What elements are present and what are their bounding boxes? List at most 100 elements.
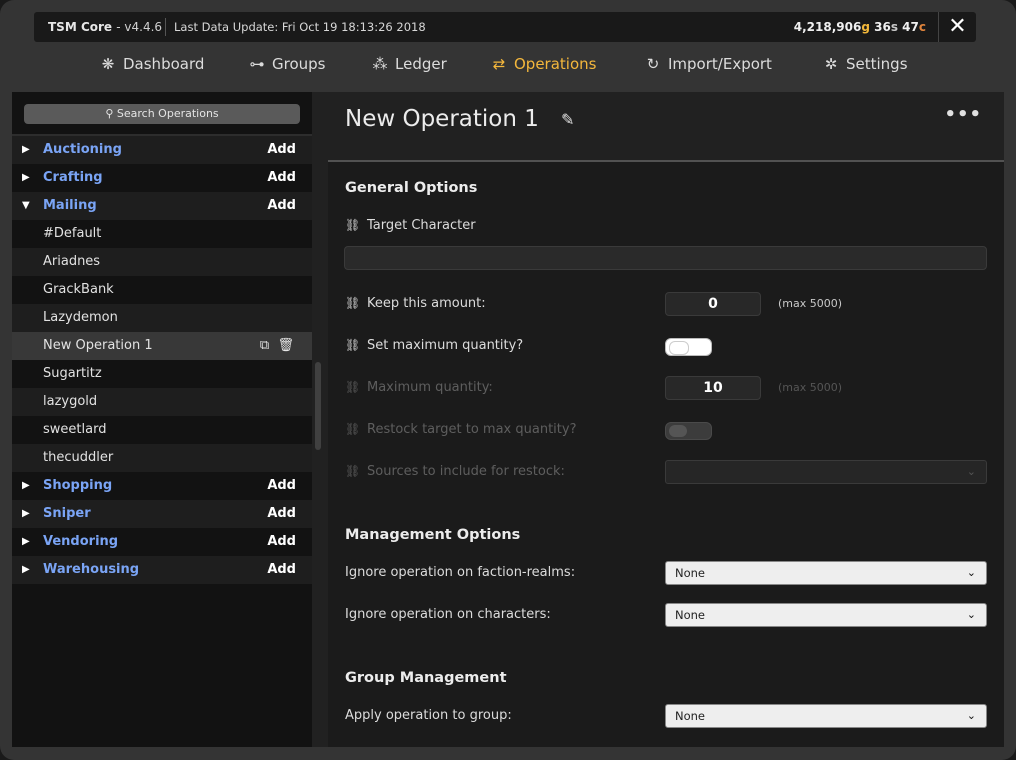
copper-amount: 47 (902, 20, 919, 34)
category-auctioning[interactable]: ▶ Auctioning Add (12, 136, 312, 164)
operation-item-ariadnes[interactable]: Ariadnes (12, 248, 312, 276)
silver-unit: s (890, 20, 898, 34)
expand-arrow-icon[interactable]: ▶ (22, 136, 36, 164)
link-icon[interactable]: ⛓ (345, 338, 367, 352)
add-mailing-button[interactable]: Add (267, 192, 296, 220)
category-mailing[interactable]: ▼ Mailing Add (12, 192, 312, 220)
add-crafting-button[interactable]: Add (267, 164, 296, 192)
search-icon: ⚲ (105, 107, 114, 120)
gold-amount: 4,218,906 (793, 20, 862, 34)
expand-arrow-icon[interactable]: ▶ (22, 164, 36, 192)
link-icon[interactable]: ⛓ (345, 296, 367, 310)
expand-arrow-icon[interactable]: ▶ (22, 528, 36, 556)
app-version: - v4.4.6 (116, 20, 163, 34)
ignore-realms-dropdown[interactable]: None ⌄ (665, 561, 987, 585)
main-nav: ❋ Dashboard ⊶ Groups ⁂ Ledger ⇄ Operations ↻… (0, 48, 1016, 80)
add-warehousing-button[interactable]: Add (267, 556, 296, 584)
category-crafting[interactable]: ▶ Crafting Add (12, 164, 312, 192)
keep-amount-max: (max 5000) (778, 297, 843, 310)
add-shopping-button[interactable]: Add (267, 472, 296, 500)
add-vendoring-button[interactable]: Add (267, 528, 296, 556)
restock-label: ⛓ Restock target to max quantity? (345, 422, 577, 437)
operation-title: New Operation 1 (345, 106, 539, 132)
expand-arrow-icon[interactable]: ▶ (22, 472, 36, 500)
keep-amount-input[interactable]: 0 (665, 292, 761, 316)
link-icon: ⛓ (345, 464, 361, 478)
ledger-icon: ⁂ (372, 55, 388, 73)
operation-item-lazydemon[interactable]: Lazydemon (12, 304, 312, 332)
general-options-heading: General Options (345, 180, 478, 196)
sources-label: ⛓ Sources to include for restock: (345, 464, 565, 479)
operations-panel: ⚲ Search Operations ▶ Auctioning Add ▶ C… (12, 92, 1004, 747)
link-icon: ⛓ (345, 422, 361, 436)
tsm-window: TSM Core - v4.4.6 Last Data Update: Fri … (0, 0, 1016, 760)
operations-icon: ⇄ (492, 55, 506, 73)
target-character-input[interactable] (344, 246, 987, 270)
app-title: TSM Core - v4.4.6 (48, 20, 163, 34)
operation-item-sweetlard[interactable]: sweetlard (12, 416, 312, 444)
copper-unit: c (918, 20, 926, 34)
settings-icon: ✲ (824, 55, 838, 73)
delete-icon[interactable]: 🗑 (277, 338, 294, 353)
ignore-chars-label: Ignore operation on characters: (345, 607, 551, 622)
keep-amount-label: ⛓ Keep this amount: (345, 296, 486, 311)
group-management-heading: Group Management (345, 670, 507, 686)
category-sniper[interactable]: ▶ Sniper Add (12, 500, 312, 528)
sidebar-scrollbar[interactable] (315, 362, 321, 450)
category-shopping[interactable]: ▶ Shopping Add (12, 472, 312, 500)
gold-unit: g (861, 20, 870, 34)
nav-operations[interactable]: ⇄ Operations (489, 52, 597, 76)
expand-arrow-icon[interactable]: ▶ (22, 500, 36, 528)
nav-groups[interactable]: ⊶ Groups (247, 52, 326, 76)
operation-item-lazygold[interactable]: lazygold (12, 388, 312, 416)
chevron-down-icon: ⌄ (966, 465, 976, 478)
dashboard-icon: ❋ (101, 55, 115, 73)
nav-ledger[interactable]: ⁂ Ledger (370, 52, 447, 76)
title-separator (165, 18, 166, 36)
title-bar[interactable]: TSM Core - v4.4.6 Last Data Update: Fri … (34, 12, 976, 42)
groups-icon: ⊶ (249, 55, 265, 73)
max-qty-max: (max 5000) (778, 381, 843, 394)
chevron-down-icon: ⌄ (966, 709, 976, 722)
chevron-down-icon: ⌄ (966, 608, 976, 621)
operation-item-new-operation-1[interactable]: New Operation 1 ⧉ 🗑 (12, 332, 312, 360)
operation-item-grackbank[interactable]: GrackBank (12, 276, 312, 304)
target-character-label: ⛓ Target Character (345, 218, 476, 233)
more-options-icon[interactable]: ••• (944, 104, 982, 125)
nav-settings[interactable]: ✲ Settings (821, 52, 908, 76)
sources-dropdown: ⌄ (665, 460, 987, 484)
ignore-chars-dropdown[interactable]: None ⌄ (665, 603, 987, 627)
management-options-heading: Management Options (345, 527, 521, 543)
operation-detail: New Operation 1 ✎ ••• General Options ⛓ T… (328, 92, 1004, 747)
nav-dashboard[interactable]: ❋ Dashboard (98, 52, 205, 76)
max-qty-input: 10 (665, 376, 761, 400)
add-sniper-button[interactable]: Add (267, 500, 296, 528)
player-gold: 4,218,906g 36s 47c (794, 12, 926, 42)
operations-sidebar: ⚲ Search Operations ▶ Auctioning Add ▶ C… (12, 92, 312, 747)
chevron-down-icon: ⌄ (966, 566, 976, 579)
category-vendoring[interactable]: ▶ Vendoring Add (12, 528, 312, 556)
restock-toggle (665, 422, 712, 440)
max-qty-label: ⛓ Maximum quantity: (345, 380, 493, 395)
nav-import-export[interactable]: ↻ Import/Export (643, 52, 772, 76)
expand-arrow-icon[interactable]: ▶ (22, 556, 36, 584)
import-export-icon: ↻ (646, 55, 660, 73)
operation-item-thecuddler[interactable]: thecuddler (12, 444, 312, 472)
search-operations-input[interactable]: ⚲ Search Operations (24, 104, 300, 124)
close-icon: ✕ (948, 14, 967, 39)
operation-item-default[interactable]: #Default (12, 220, 312, 248)
category-warehousing[interactable]: ▶ Warehousing Add (12, 556, 312, 584)
last-data-update: Last Data Update: Fri Oct 19 18:13:26 20… (174, 20, 426, 34)
close-button[interactable]: ✕ (938, 12, 976, 42)
operation-item-sugartitz[interactable]: Sugartitz (12, 360, 312, 388)
link-icon[interactable]: ⛓ (345, 218, 367, 232)
ignore-realms-label: Ignore operation on faction-realms: (345, 565, 576, 580)
rename-pencil-icon[interactable]: ✎ (561, 110, 574, 129)
collapse-arrow-icon[interactable]: ▼ (22, 192, 36, 220)
operations-list: ▶ Auctioning Add ▶ Crafting Add ▼ Mailin… (12, 136, 312, 584)
silver-amount: 36 (874, 20, 891, 34)
duplicate-icon[interactable]: ⧉ (260, 338, 269, 353)
add-auctioning-button[interactable]: Add (267, 136, 296, 164)
set-max-qty-toggle[interactable] (665, 338, 712, 356)
apply-group-dropdown[interactable]: None ⌄ (665, 704, 987, 728)
